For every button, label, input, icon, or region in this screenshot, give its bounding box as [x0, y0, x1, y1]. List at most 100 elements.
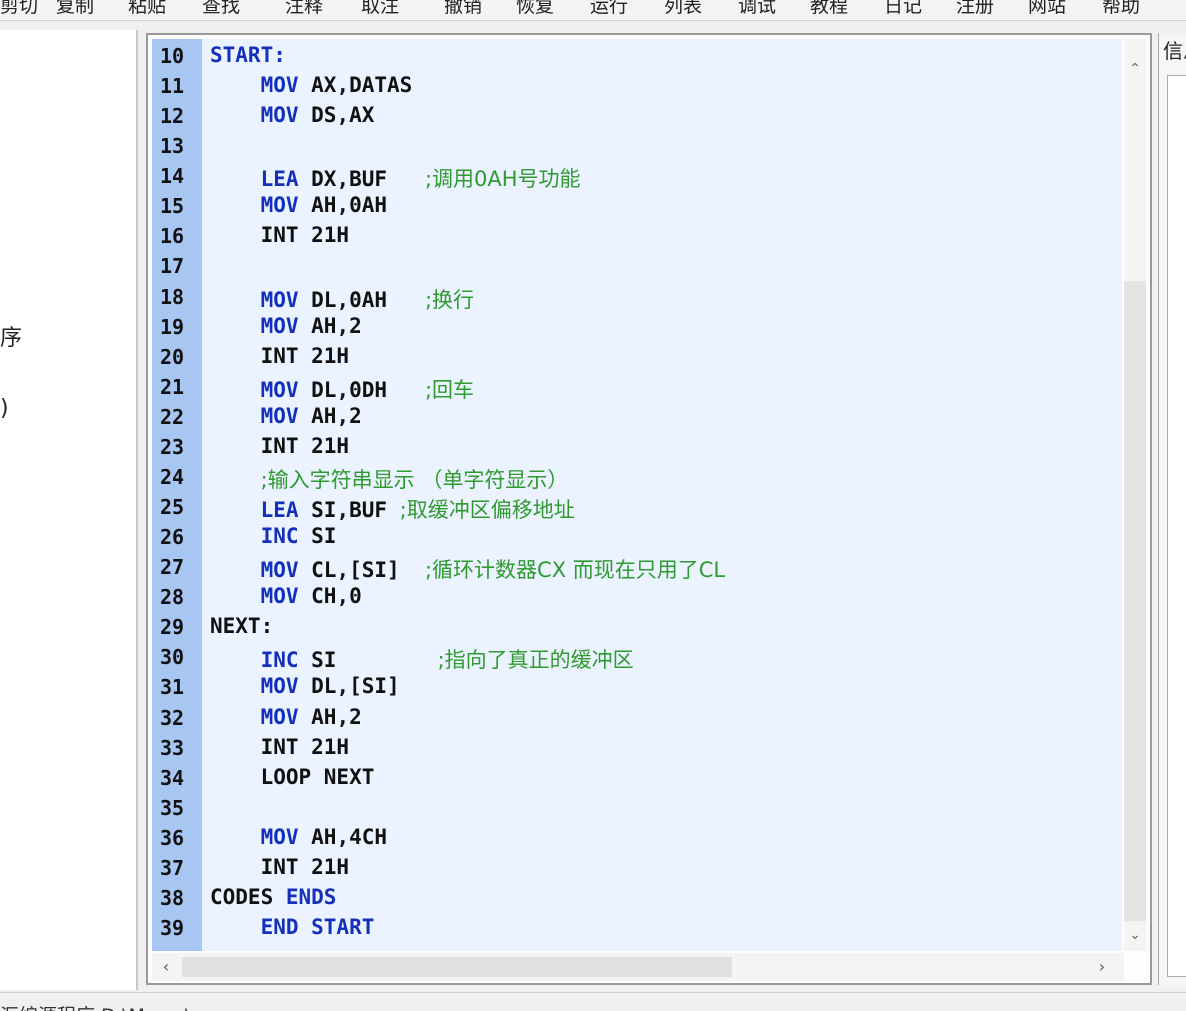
chevron-up-icon[interactable]: ⌃	[1127, 61, 1143, 77]
code-line[interactable]: INC SI ;指向了真正的缓冲区	[210, 644, 634, 674]
code-comment: ;换行	[424, 287, 475, 312]
horizontal-scroll-thumb[interactable]	[182, 957, 732, 977]
toolbar-button[interactable]: 网站	[1028, 0, 1066, 18]
code-line[interactable]: MOV DL,0AH ;换行	[210, 284, 474, 314]
code-keyword: MOV	[260, 674, 299, 699]
line-number: 35	[160, 795, 185, 820]
line-number: 19	[160, 314, 185, 339]
toolbar-button[interactable]: 剪切	[0, 0, 38, 18]
toolbar-button[interactable]: 撤销	[444, 0, 482, 18]
toolbar-button[interactable]: 教程	[810, 0, 848, 18]
code-line[interactable]: MOV CH,0	[210, 584, 362, 608]
line-number: 29	[160, 615, 185, 640]
code-token: DL,0AH	[298, 287, 425, 312]
code-line[interactable]: INT 21H	[210, 434, 350, 458]
info-panel-content[interactable]	[1167, 75, 1186, 977]
code-keyword: START:	[210, 43, 286, 67]
toolbar: 剪切 复制 粘贴 查找 注释 取注 撤销 恢复 运行 列表 调试 教程 日记 注册 网站 帮助	[0, 0, 1186, 21]
code-line[interactable]: MOV AX,DATAS	[210, 73, 413, 97]
toolbar-button[interactable]: 调试	[738, 0, 776, 18]
code-token: SI,BUF	[298, 498, 400, 523]
toolbar-button[interactable]: 列表	[664, 0, 702, 18]
vertical-scrollbar[interactable]: ⌃ ⌄	[1124, 39, 1146, 951]
code-line[interactable]: START:	[210, 43, 286, 67]
code-line[interactable]: MOV DS,AX	[210, 103, 375, 127]
line-number: 12	[160, 104, 185, 129]
toolbar-button[interactable]: 注册	[956, 0, 994, 18]
toolbar-button[interactable]: 粘贴	[128, 0, 166, 18]
code-line[interactable]: MOV AH,0AH	[210, 193, 387, 217]
line-number: 32	[160, 705, 185, 730]
code-text-area[interactable]: START: MOV AX,DATAS MOV DS,AX LEA DX,BUF…	[202, 39, 1122, 951]
code-keyword: MOV	[260, 824, 299, 849]
toolbar-button[interactable]: 注释	[285, 0, 323, 18]
info-panel-title: 信息	[1163, 39, 1186, 63]
line-number: 39	[160, 916, 185, 941]
code-line[interactable]: MOV AH,2	[210, 404, 362, 428]
code-keyword: LEA	[260, 498, 299, 523]
code-token: AH,2	[298, 704, 362, 729]
line-number: 11	[160, 74, 185, 99]
chevron-right-icon[interactable]: ›	[1092, 957, 1112, 977]
horizontal-scrollbar[interactable]: ‹ ›	[152, 953, 1124, 981]
code-line[interactable]: MOV CL,[SI] ;循环计数器CX 而现在只用了CL	[210, 554, 726, 584]
toolbar-button[interactable]: 复制	[56, 0, 94, 18]
code-line[interactable]: MOV AH,4CH	[210, 825, 387, 849]
line-number: 24	[160, 464, 185, 489]
code-line[interactable]: INT 21H	[210, 344, 350, 368]
toolbar-button[interactable]: 帮助	[1102, 0, 1140, 18]
code-token: NEXT:	[210, 614, 274, 639]
line-number: 31	[160, 675, 185, 700]
toolbar-button[interactable]: 运行	[590, 0, 628, 18]
code-editor[interactable]: 10 11 12 13 14 15 16 17 18 19 20 21 22 23 24 25 26 27 28 29…	[146, 33, 1152, 985]
left-panel: 序 )	[0, 30, 138, 990]
code-token: DX,BUF	[298, 167, 425, 192]
code-line[interactable]: MOV DL,[SI]	[210, 674, 400, 698]
code-comment: ;指向了真正的缓冲区	[437, 648, 634, 673]
code-token: INT 21H	[210, 223, 350, 248]
code-line[interactable]: LOOP NEXT	[210, 765, 375, 789]
line-number: 36	[160, 825, 185, 850]
line-number: 25	[160, 495, 185, 520]
toolbar-button[interactable]: 恢复	[516, 0, 554, 18]
code-keyword: LEA	[260, 167, 299, 192]
code-line[interactable]: END START	[210, 915, 375, 939]
code-line[interactable]: LEA DX,BUF ;调用0AH号功能	[210, 163, 581, 193]
code-line[interactable]: CODES ENDS	[210, 885, 336, 909]
code-token: AH,2	[298, 403, 362, 428]
code-keyword: MOV	[260, 584, 299, 609]
code-line[interactable]: INT 21H	[210, 855, 350, 879]
code-token: AH,4CH	[298, 824, 388, 849]
vertical-scroll-thumb[interactable]	[1124, 281, 1146, 921]
code-line[interactable]: INT 21H	[210, 735, 350, 759]
line-number: 15	[160, 194, 185, 219]
code-token: CL,[SI]	[298, 558, 425, 583]
chevron-left-icon[interactable]: ‹	[156, 957, 176, 977]
code-line[interactable]: MOV DL,0DH ;回车	[210, 374, 474, 404]
toolbar-button[interactable]: 取注	[361, 0, 399, 18]
line-number: 26	[160, 525, 185, 550]
code-line[interactable]: ;输入字符串显示 （单字符显示）	[210, 464, 569, 494]
line-number-gutter: 10 11 12 13 14 15 16 17 18 19 20 21 22 23 24 25 26 27 28 29…	[152, 39, 202, 951]
code-line[interactable]: NEXT:	[210, 614, 273, 638]
code-line[interactable]: LEA SI,BUF ;取缓冲区偏移地址	[210, 494, 575, 524]
code-comment: ;循环计数器CX 而现在只用了CL	[424, 558, 726, 583]
chevron-down-icon[interactable]: ⌄	[1127, 927, 1143, 943]
code-line[interactable]: INT 21H	[210, 223, 350, 248]
toolbar-button[interactable]: 日记	[884, 0, 922, 18]
code-line[interactable]: MOV AH,2	[210, 705, 362, 729]
toolbar-button[interactable]: 查找	[202, 0, 240, 18]
code-line[interactable]: MOV AH,2	[210, 314, 362, 338]
code-token: SI	[298, 648, 438, 673]
code-line[interactable]: INC SI	[210, 524, 337, 548]
